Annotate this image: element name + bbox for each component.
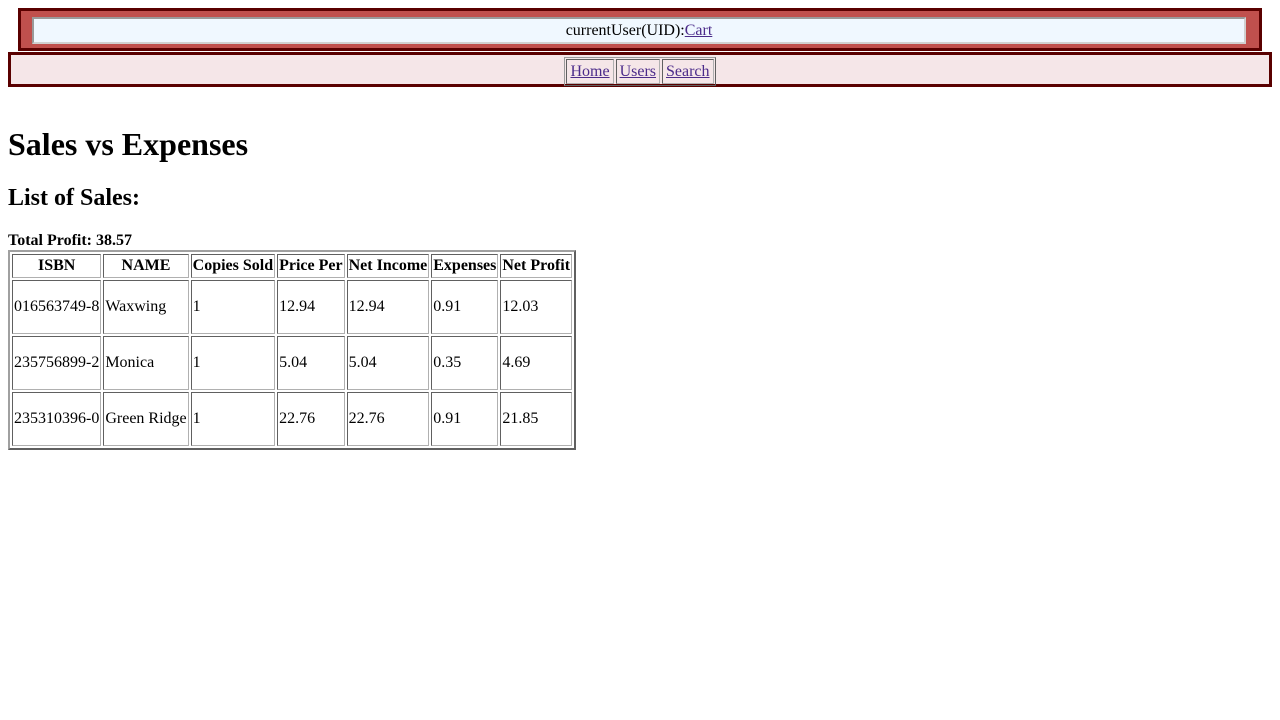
column-header-net-income: Net Income [346, 254, 430, 278]
page: currentUser(UID):Cart Home Users Search … [0, 0, 1280, 720]
nav-link-search[interactable]: Search [666, 63, 710, 80]
cell-price-per: 22.76 [277, 392, 345, 446]
column-header-isbn: ISBN [12, 254, 102, 278]
cell-name: Green Ridge [103, 392, 189, 446]
table-row: 235756899-2 Monica 1 5.04 5.04 0.35 4.69 [12, 336, 573, 390]
cell-name: Monica [103, 336, 189, 390]
cell-copies-sold: 1 [190, 336, 276, 390]
user-bar: currentUser(UID):Cart [18, 8, 1262, 51]
cell-isbn: 235756899-2 [12, 336, 102, 390]
cell-net-income: 5.04 [346, 336, 430, 390]
cell-net-profit: 21.85 [500, 392, 573, 446]
table-header-row: ISBN NAME Copies Sold Price Per Net Inco… [12, 254, 573, 278]
cell-expenses: 0.91 [431, 392, 499, 446]
nav-item-search: Search [662, 59, 714, 84]
column-header-expenses: Expenses [431, 254, 499, 278]
user-bar-inner: currentUser(UID):Cart [32, 17, 1246, 44]
nav-link-users[interactable]: Users [620, 63, 656, 80]
table-row: 235310396-0 Green Ridge 1 22.76 22.76 0.… [12, 392, 573, 446]
cell-isbn: 235310396-0 [12, 392, 102, 446]
cell-expenses: 0.35 [431, 336, 499, 390]
nav-item-home: Home [566, 59, 614, 84]
nav-item-users: Users [615, 59, 660, 84]
cell-net-income: 12.94 [346, 280, 430, 334]
current-user-label: currentUser(UID): [565, 22, 685, 39]
cell-isbn: 016563749-8 [12, 280, 102, 334]
cell-copies-sold: 1 [190, 392, 276, 446]
total-profit-value: 38.57 [96, 232, 132, 249]
column-header-price-per: Price Per [277, 254, 345, 278]
cell-net-profit: 4.69 [500, 336, 573, 390]
cell-price-per: 12.94 [277, 280, 345, 334]
section-heading: List of Sales: [8, 185, 140, 211]
column-header-copies-sold: Copies Sold [190, 254, 276, 278]
column-header-net-profit: Net Profit [500, 254, 573, 278]
cell-net-profit: 12.03 [500, 280, 573, 334]
page-title: Sales vs Expenses [8, 126, 249, 162]
column-header-name: NAME [103, 254, 189, 278]
table-row: 016563749-8 Waxwing 1 12.94 12.94 0.91 1… [12, 280, 573, 334]
sales-table: ISBN NAME Copies Sold Price Per Net Inco… [8, 250, 577, 450]
total-profit: Total Profit: 38.57 [8, 231, 132, 250]
total-profit-label: Total Profit: [8, 232, 96, 249]
cell-name: Waxwing [103, 280, 189, 334]
nav-link-home[interactable]: Home [570, 63, 609, 80]
cart-link[interactable]: Cart [685, 22, 713, 39]
nav-bar: Home Users Search [8, 52, 1272, 87]
cell-copies-sold: 1 [190, 280, 276, 334]
cell-net-income: 22.76 [346, 392, 430, 446]
nav-menu: Home Users Search [564, 57, 716, 86]
cell-price-per: 5.04 [277, 336, 345, 390]
cell-expenses: 0.91 [431, 280, 499, 334]
